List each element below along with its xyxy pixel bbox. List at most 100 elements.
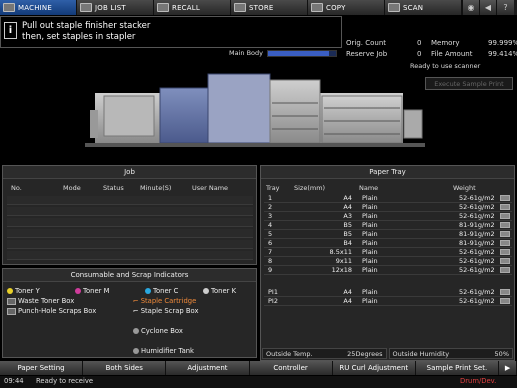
job-row[interactable] (7, 240, 253, 249)
tray-col-name: Name (359, 184, 379, 192)
tray-size: B4 (343, 239, 352, 247)
job-col-no: No. (11, 184, 22, 192)
execute-sample-print-button[interactable]: Execute Sample Print (425, 77, 513, 90)
tray-paper-name: Plain (362, 248, 378, 256)
volume-icon[interactable]: ◀ (479, 0, 496, 15)
adjustment-button[interactable]: Adjustment (166, 361, 250, 375)
next-arrow-icon[interactable]: ▶ (499, 361, 517, 375)
tray-weight: 52-61g/m2 (459, 266, 495, 274)
paper-setting-button[interactable]: Paper Setting (0, 361, 84, 375)
tray-id: PI1 (268, 288, 278, 296)
tab-store[interactable]: STORE (231, 0, 308, 15)
paper-tray-panel: Paper Tray Tray Size(mm) Name Weight 1 A4… (260, 165, 515, 361)
message-area: i Pull out staple finisher stacker then,… (0, 16, 342, 48)
tray-id: 4 (268, 221, 273, 229)
tray-status-icon (500, 204, 510, 210)
ru-curl-adjustment-button[interactable]: RU Curl Adjustment (332, 361, 416, 375)
tray-paper-name: Plain (362, 297, 378, 305)
tray-paper-name: Plain (362, 212, 378, 220)
tray-size: A4 (343, 297, 352, 305)
tray-row[interactable]: 8 9x11 Plain 52-61g/m2 (264, 257, 512, 266)
drum-dev-alert: Drum/Dev. (460, 377, 497, 385)
tray-weight: 52-61g/m2 (459, 203, 495, 211)
tray-size: A4 (343, 194, 352, 202)
both-sides-button[interactable]: Both Sides (83, 361, 167, 375)
tray-row[interactable]: 1 A4 Plain 52-61g/m2 (264, 194, 512, 203)
tray-weight: 52-61g/m2 (459, 297, 495, 305)
toner-m-icon (75, 288, 81, 294)
tray-paper-name: Plain (362, 239, 378, 247)
tray-weight: 52-61g/m2 (459, 194, 495, 202)
settings-icon[interactable]: ◉ (462, 0, 479, 15)
tray-status-icon (500, 289, 510, 295)
controller-button[interactable]: Controller (249, 361, 333, 375)
staple-scrap-indicator: ⌐ Staple Scrap Box (133, 307, 199, 315)
file-amount-value: 99.414% (488, 50, 517, 58)
outside-temp: Outside Temp. 25Degrees (262, 348, 387, 359)
tray-size: 9x11 (335, 257, 352, 265)
paper-tray-title: Paper Tray (261, 166, 514, 179)
tray-weight: 81-91g/m2 (459, 239, 495, 247)
tray-row[interactable]: PI1 A4 Plain 52-61g/m2 (264, 288, 512, 297)
waste-toner-icon (7, 297, 16, 305)
tray-weight: 81-91g/m2 (459, 230, 495, 238)
tray-status-icon (500, 195, 510, 201)
counter-panel: Orig. Count 0 Memory 99.999% Reserve Job… (343, 38, 517, 60)
tab-scan[interactable]: SCAN (385, 0, 462, 15)
machine-illustration (85, 73, 425, 147)
tray-row[interactable]: 6 B4 Plain 81-91g/m2 (264, 239, 512, 248)
tray-row[interactable]: 2 A4 Plain 52-61g/m2 (264, 203, 512, 212)
toner-y-icon (7, 288, 13, 294)
tab-job-list[interactable]: JOB LIST (77, 0, 154, 15)
tray-size: 8.5x11 (329, 248, 352, 256)
tray-row[interactable]: 5 B5 Plain 81-91g/m2 (264, 230, 512, 239)
help-icon[interactable]: ? (496, 0, 514, 15)
job-row[interactable] (7, 207, 253, 216)
tab-copy[interactable]: COPY (308, 0, 385, 15)
job-row[interactable] (7, 196, 253, 205)
orig-count-label: Orig. Count (346, 39, 387, 47)
outside-humidity: Outside Humidity 50% (388, 348, 513, 359)
tray-status-icon (500, 240, 510, 246)
main-body-bar-fill (268, 51, 330, 56)
tray-id: 1 (268, 194, 273, 202)
job-row[interactable] (7, 218, 253, 227)
tray-row[interactable]: 7 8.5x11 Plain 52-61g/m2 (264, 248, 512, 257)
tray-id: 8 (268, 257, 273, 265)
file-amount-label: File Amount (431, 50, 473, 58)
tray-row[interactable]: PI2 A4 Plain 52-61g/m2 (264, 297, 512, 306)
job-row[interactable] (7, 229, 253, 238)
humidifier-indicator: Humidifier Tank (133, 347, 194, 355)
toner-c-indicator: Toner C (145, 287, 178, 295)
tray-col-weight: Weight (453, 184, 476, 192)
tray-row[interactable]: 3 A3 Plain 52-61g/m2 (264, 212, 512, 221)
toner-k-indicator: Toner K (203, 287, 236, 295)
toner-c-icon (145, 288, 151, 294)
tray-weight: 52-61g/m2 (459, 212, 495, 220)
job-row[interactable] (7, 251, 253, 260)
tray-size: A4 (343, 203, 352, 211)
tray-size: B5 (343, 230, 352, 238)
memory-value: 99.999% (488, 39, 517, 47)
job-col-mode: Mode (63, 184, 81, 192)
reserve-job-value: 0 (417, 50, 422, 58)
tray-weight: 81-91g/m2 (459, 221, 495, 229)
job-panel: Job No. Mode Status Minute(S) User Name (2, 165, 257, 265)
tab-recall[interactable]: RECALL (154, 0, 231, 15)
tray-row[interactable]: 4 B5 Plain 81-91g/m2 (264, 221, 512, 230)
sample-print-set-button[interactable]: Sample Print Set. (415, 361, 500, 375)
tray-id: 7 (268, 248, 273, 256)
job-col-minute: Minute(S) (140, 184, 172, 192)
status-bar: 09:44 Ready to receive Drum/Dev. (0, 376, 517, 388)
tray-row[interactable]: 9 12x18 Plain 52-61g/m2 (264, 266, 512, 275)
tray-size: 12x18 (331, 266, 352, 274)
tray-status-icon (500, 298, 510, 304)
staple-scrap-icon: ⌐ (133, 307, 139, 315)
tray-size: B5 (343, 221, 352, 229)
tray-status-icon (500, 213, 510, 219)
tray-paper-name: Plain (362, 257, 378, 265)
tray-status-icon (500, 258, 510, 264)
tray-status-icon (500, 267, 510, 273)
orig-count-value: 0 (417, 39, 422, 47)
tab-machine[interactable]: MACHINE (0, 0, 77, 15)
